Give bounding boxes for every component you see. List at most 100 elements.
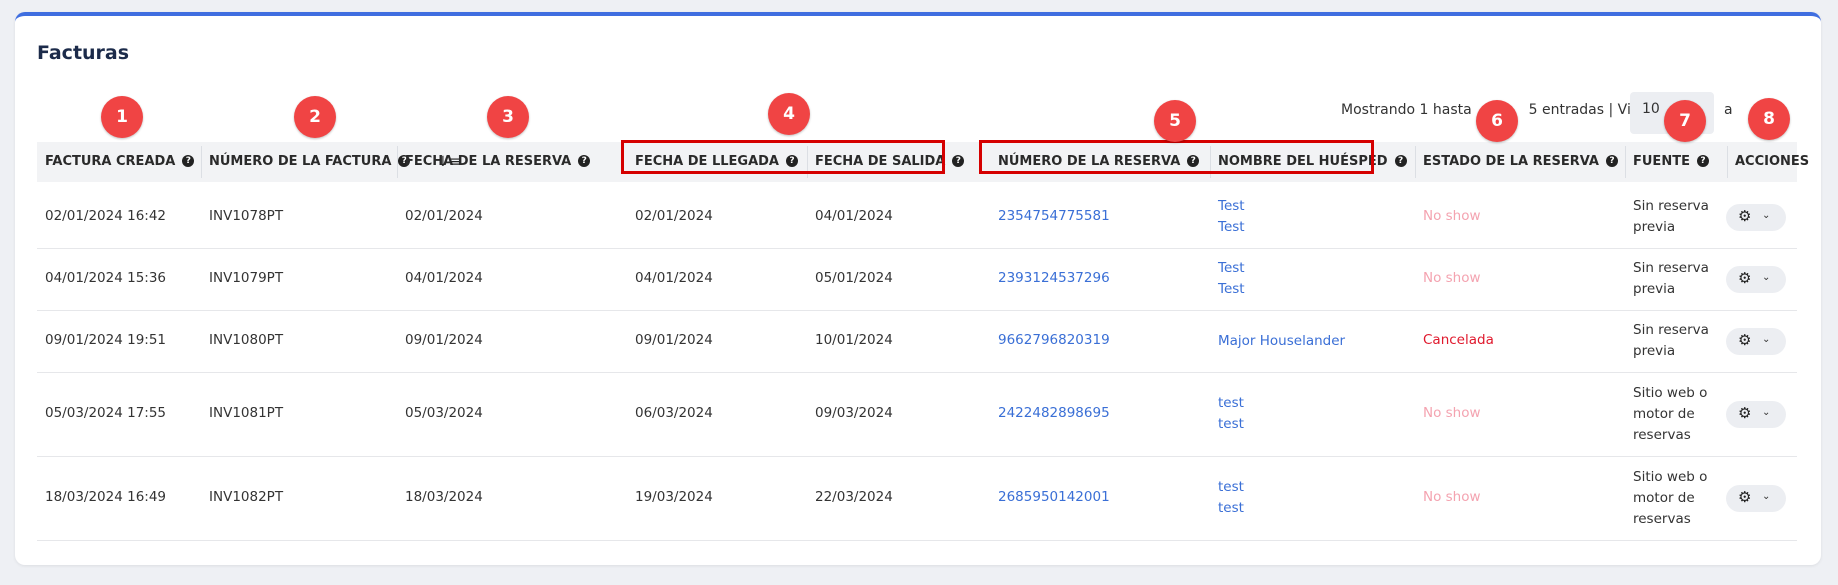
table-row: 02/01/2024 16:42 INV1078PT 02/01/2024 02/01… <box>37 186 1797 249</box>
cell-departure-date: 10/01/2024 <box>815 332 893 348</box>
chevron-down-icon: ⌄ <box>1762 334 1771 345</box>
gear-icon: ⚙ <box>1738 269 1752 287</box>
status-badge: No show <box>1423 270 1481 286</box>
question-circle-icon: ? <box>952 154 965 167</box>
guest-name-link[interactable]: Test <box>1218 258 1245 279</box>
cell-booking-date: 05/03/2024 <box>405 405 483 421</box>
cell-invoice-number: INV1078PT <box>209 208 284 224</box>
invoices-card: Facturas Mostrando 1 hasta 5 entradas | … <box>15 12 1821 565</box>
chevron-down-icon: ⌄ <box>1762 272 1771 283</box>
booking-number-link[interactable]: 2354754775581 <box>998 208 1110 224</box>
guest-name-link[interactable]: test <box>1218 498 1244 519</box>
actions-dropdown-button[interactable]: ⚙ ⌄ <box>1726 401 1786 428</box>
annotation-badge-5: 5 <box>1154 100 1196 142</box>
source-line: motor de <box>1633 405 1695 422</box>
actions-dropdown-button[interactable]: ⚙ ⌄ <box>1726 328 1786 355</box>
cell-booking-date: 18/03/2024 <box>405 489 483 505</box>
question-circle-icon: ? <box>1605 154 1618 167</box>
annotation-badge-6: 6 <box>1476 100 1518 142</box>
table-row: 09/01/2024 19:51 INV1080PT 09/01/2024 09/01… <box>37 310 1797 373</box>
column-header-invoice-number[interactable]: NÚMERO DE LA FACTURA? <box>209 142 411 182</box>
booking-number-link[interactable]: 2422482898695 <box>998 405 1110 421</box>
highlight-box-booking <box>979 140 1374 174</box>
actions-dropdown-button[interactable]: ⚙ ⌄ <box>1726 204 1786 231</box>
cell-invoice-number: INV1081PT <box>209 405 284 421</box>
cell-invoice-number: INV1082PT <box>209 489 284 505</box>
annotation-badge-1: 1 <box>101 96 143 138</box>
pagination-info-start: Mostrando 1 hasta <box>1341 102 1472 118</box>
cell-source: Sitio web o motor de reservas <box>1633 467 1723 530</box>
source-line: previa <box>1633 281 1676 297</box>
gear-icon: ⚙ <box>1738 207 1752 225</box>
column-divider <box>201 146 202 178</box>
cell-invoice-number: INV1079PT <box>209 270 284 286</box>
column-header-booking-status[interactable]: ESTADO DE LA RESERVA? <box>1423 142 1618 182</box>
source-line: motor de <box>1633 489 1695 506</box>
cell-arrival-date: 02/01/2024 <box>635 208 713 224</box>
guest-name-link[interactable]: test <box>1218 477 1244 498</box>
cell-arrival-date: 19/03/2024 <box>635 489 713 505</box>
actions-dropdown-button[interactable]: ⚙ ⌄ <box>1726 485 1786 512</box>
column-divider <box>1415 146 1416 178</box>
cell-booking-date: 04/01/2024 <box>405 270 483 286</box>
cell-created: 04/01/2024 15:36 <box>45 270 167 286</box>
cell-departure-date: 05/01/2024 <box>815 270 893 286</box>
table-row: 04/01/2024 15:36 INV1079PT 04/01/2024 04/01… <box>37 248 1797 311</box>
cell-arrival-date: 04/01/2024 <box>635 270 713 286</box>
annotation-badge-2: 2 <box>294 96 336 138</box>
column-header-source[interactable]: FUENTE? <box>1633 142 1709 182</box>
cell-invoice-number: INV1080PT <box>209 332 284 348</box>
table-row: 05/03/2024 17:55 INV1081PT 05/03/2024 06/03… <box>37 372 1797 457</box>
column-header-created[interactable]: FACTURA CREADA? <box>45 142 195 182</box>
question-circle-icon: ? <box>182 154 195 167</box>
cell-guest-name: Test Test <box>1218 258 1245 300</box>
cell-created: 05/03/2024 17:55 <box>45 405 167 421</box>
source-line: Sitio web o <box>1633 468 1708 485</box>
guest-name-link[interactable]: test <box>1218 393 1244 414</box>
chevron-down-icon: ⌄ <box>1762 491 1771 502</box>
booking-number-link[interactable]: 9662796820319 <box>998 332 1110 348</box>
column-header-actions: ACCIONES <box>1735 154 1810 169</box>
booking-number-link[interactable]: 2685950142001 <box>998 489 1110 505</box>
cell-departure-date: 04/01/2024 <box>815 208 893 224</box>
annotation-badge-4: 4 <box>768 93 810 135</box>
actions-dropdown-button[interactable]: ⚙ ⌄ <box>1726 266 1786 293</box>
cell-guest-name: Test Test <box>1218 196 1245 238</box>
annotation-badge-3: 3 <box>487 96 529 138</box>
cell-arrival-date: 06/03/2024 <box>635 405 713 421</box>
gear-icon: ⚙ <box>1738 404 1752 422</box>
gear-icon: ⚙ <box>1738 488 1752 506</box>
cell-departure-date: 09/03/2024 <box>815 405 893 421</box>
status-badge: Cancelada <box>1423 332 1494 348</box>
cell-source: Sin reserva previa <box>1633 258 1723 300</box>
source-line: Sin reserva <box>1633 260 1709 276</box>
guest-name-link[interactable]: test <box>1218 414 1244 435</box>
gear-icon: ⚙ <box>1738 331 1752 349</box>
cell-source: Sin reserva previa <box>1633 196 1723 238</box>
cell-guest-name: test test <box>1218 393 1244 435</box>
guest-name-link[interactable]: Major Houselander <box>1218 331 1345 352</box>
cell-guest-name: Major Houselander <box>1218 331 1345 352</box>
cell-created: 09/01/2024 19:51 <box>45 332 167 348</box>
column-divider <box>1727 146 1728 178</box>
guest-name-link[interactable]: Test <box>1218 279 1245 300</box>
page-size-suffix: a <box>1724 102 1733 118</box>
status-badge: No show <box>1423 489 1481 505</box>
cell-booking-date: 09/01/2024 <box>405 332 483 348</box>
source-line: previa <box>1633 343 1676 359</box>
status-badge: No show <box>1423 208 1481 224</box>
page-size-value: 10 <box>1642 101 1660 117</box>
page-title: Facturas <box>37 42 130 64</box>
highlight-box-dates <box>621 140 945 174</box>
booking-number-link[interactable]: 2393124537296 <box>998 270 1110 286</box>
guest-name-link[interactable]: Test <box>1218 217 1245 238</box>
question-circle-icon: ? <box>1696 154 1709 167</box>
column-header-booking-date[interactable]: FECHA DE LA RESERVA? <box>405 142 591 182</box>
column-divider <box>397 146 398 178</box>
question-circle-icon: ? <box>1394 154 1407 167</box>
guest-name-link[interactable]: Test <box>1218 196 1245 217</box>
source-line: Sin reserva <box>1633 322 1709 338</box>
source-line: Sitio web o <box>1633 384 1708 401</box>
cell-guest-name: test test <box>1218 477 1244 519</box>
cell-booking-date: 02/01/2024 <box>405 208 483 224</box>
